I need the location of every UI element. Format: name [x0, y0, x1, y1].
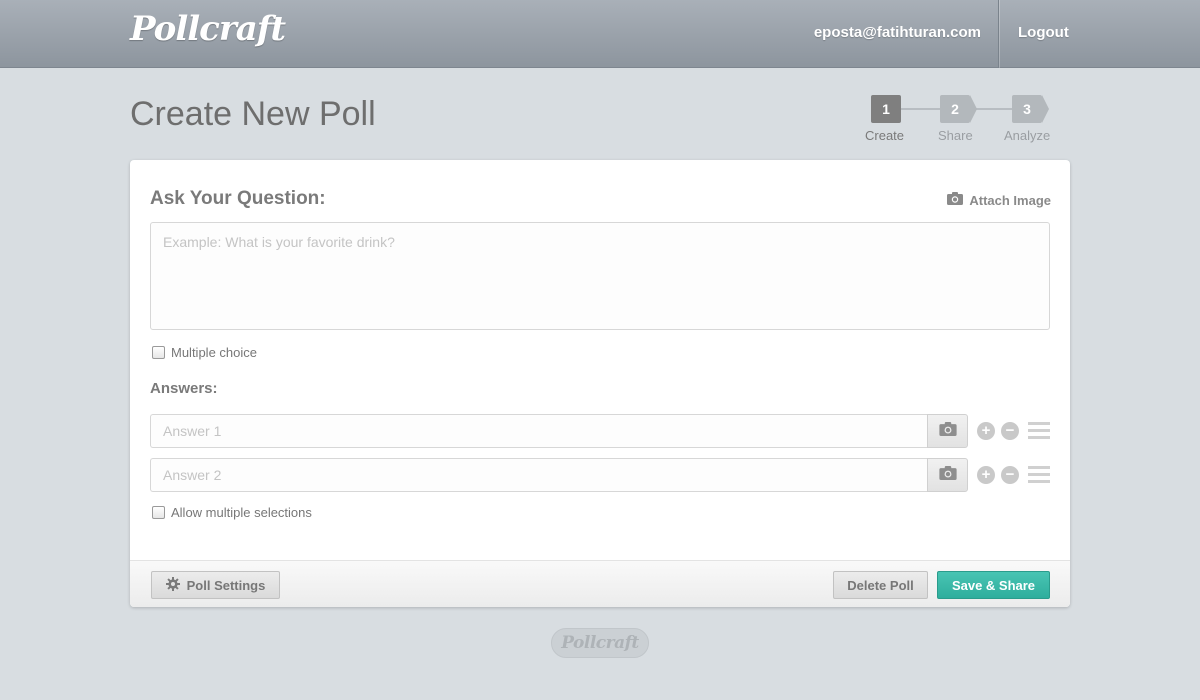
- page-title: Create New Poll: [130, 95, 376, 133]
- user-email[interactable]: eposta@fatihturan.com: [814, 24, 981, 41]
- attach-image-label: Attach Image: [969, 192, 1051, 208]
- step-3-label: Analyze: [1004, 128, 1051, 143]
- poll-settings-label: Poll Settings: [186, 577, 266, 593]
- question-input[interactable]: [150, 222, 1050, 330]
- allow-multiple-label: Allow multiple selections: [171, 505, 312, 520]
- step-2-badge: 2: [940, 95, 977, 123]
- add-answer-button[interactable]: +: [977, 422, 995, 440]
- remove-answer-button[interactable]: −: [1001, 466, 1019, 484]
- step-connector: [900, 108, 940, 110]
- logo[interactable]: Pollcraft: [130, 9, 286, 49]
- add-answer-button[interactable]: +: [977, 466, 995, 484]
- camera-icon: [947, 192, 964, 208]
- drag-handle-icon[interactable]: [1028, 466, 1050, 484]
- answer-2-image-button[interactable]: [927, 458, 968, 492]
- gear-icon: [165, 576, 180, 594]
- divider: [998, 0, 999, 68]
- answer-row: + −: [150, 414, 1050, 448]
- top-bar: Pollcraft eposta@fatihturan.com Logout: [0, 0, 1200, 68]
- camera-icon: [938, 421, 957, 441]
- answer-2-input[interactable]: [150, 458, 928, 492]
- allow-multiple-checkbox[interactable]: [152, 506, 165, 519]
- answer-row: + −: [150, 458, 1050, 492]
- answers-label: Answers:: [150, 380, 218, 397]
- multiple-choice-checkbox[interactable]: [152, 346, 165, 359]
- question-label: Ask Your Question:: [150, 188, 326, 209]
- drag-handle-icon[interactable]: [1028, 422, 1050, 440]
- card-footer: Poll Settings Delete Poll Save & Share: [130, 560, 1070, 607]
- step-1-label: Create: [865, 128, 905, 143]
- attach-image-button[interactable]: Attach Image: [947, 192, 1051, 208]
- footer-logo[interactable]: Pollcraft: [551, 628, 649, 658]
- save-share-button[interactable]: Save & Share: [937, 571, 1050, 599]
- allow-multiple-option[interactable]: Allow multiple selections: [152, 505, 312, 520]
- multiple-choice-option[interactable]: Multiple choice: [152, 345, 257, 360]
- remove-answer-button[interactable]: −: [1001, 422, 1019, 440]
- camera-icon: [938, 465, 957, 485]
- multiple-choice-label: Multiple choice: [171, 345, 257, 360]
- step-2-label: Share: [938, 128, 973, 143]
- answer-1-input[interactable]: [150, 414, 928, 448]
- step-indicator: 1 2 3 Create Share Analyze: [864, 95, 1064, 145]
- logout-link[interactable]: Logout: [1018, 24, 1069, 41]
- step-1-badge: 1: [871, 95, 901, 123]
- answer-1-image-button[interactable]: [927, 414, 968, 448]
- delete-poll-button[interactable]: Delete Poll: [833, 571, 928, 599]
- poll-form-card: Ask Your Question: Attach Image Multiple…: [130, 160, 1070, 607]
- poll-settings-button[interactable]: Poll Settings: [151, 571, 280, 599]
- step-3-badge: 3: [1012, 95, 1049, 123]
